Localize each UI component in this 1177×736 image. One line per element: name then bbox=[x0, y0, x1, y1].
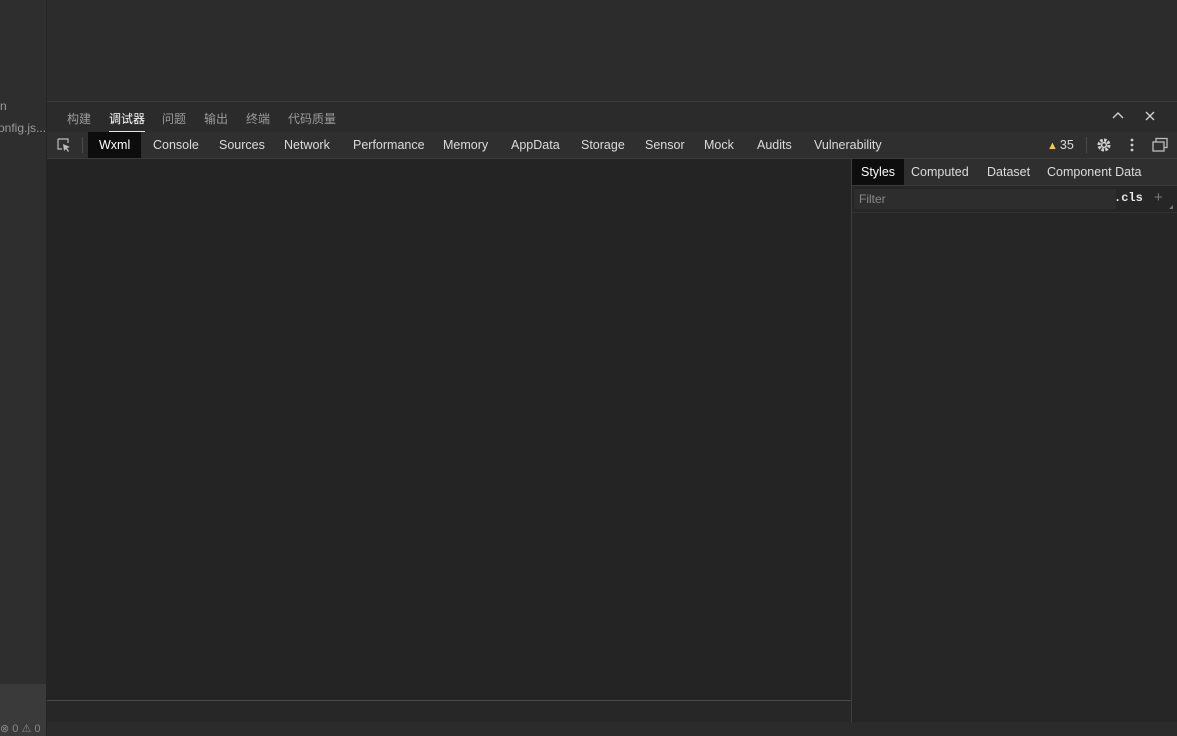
close-panel-icon[interactable] bbox=[1141, 108, 1159, 126]
tab-dataset[interactable]: Dataset bbox=[978, 159, 1039, 185]
styles-sidebar: Styles Computed Dataset Component Data .… bbox=[852, 159, 1177, 723]
tab-network[interactable]: Network bbox=[273, 132, 341, 158]
panel-tab-debugger[interactable]: 调试器 bbox=[109, 110, 146, 133]
warning-icon: ▲ bbox=[1047, 140, 1058, 152]
styles-tab-bar: Styles Computed Dataset Component Data bbox=[852, 159, 1177, 186]
tab-performance[interactable]: Performance bbox=[342, 132, 436, 158]
inspect-element-icon[interactable] bbox=[56, 137, 72, 153]
wxml-tree-pane[interactable] bbox=[47, 159, 851, 723]
maximize-panel-icon[interactable] bbox=[1109, 108, 1127, 126]
tab-vulnerability[interactable]: Vulnerability bbox=[803, 132, 893, 158]
panel-tab-problems[interactable]: 问题 bbox=[162, 110, 186, 127]
editor-area bbox=[47, 0, 1177, 100]
tab-storage[interactable]: Storage bbox=[570, 132, 636, 158]
toolbar-divider bbox=[1086, 137, 1087, 153]
styles-filter-row: .cls + bbox=[852, 186, 1177, 213]
tab-sources[interactable]: Sources bbox=[208, 132, 276, 158]
panel-tab-output[interactable]: 输出 bbox=[204, 110, 228, 127]
tab-styles[interactable]: Styles bbox=[852, 159, 905, 185]
tab-mock[interactable]: Mock bbox=[693, 132, 745, 158]
more-options-icon[interactable] bbox=[1123, 136, 1141, 154]
tab-memory[interactable]: Memory bbox=[432, 132, 499, 158]
corner-menu-icon[interactable] bbox=[1169, 205, 1173, 209]
devtools-toolbar: Wxml Console Sources Network Performance… bbox=[47, 132, 1177, 159]
tab-component-data[interactable]: Component Data bbox=[1038, 159, 1151, 185]
explorer-item-config[interactable]: onfig.js... bbox=[0, 121, 46, 135]
cls-toggle-button[interactable]: .cls bbox=[1114, 191, 1143, 205]
tab-computed[interactable]: Computed bbox=[902, 159, 978, 185]
panel-tab-terminal[interactable]: 终端 bbox=[246, 110, 270, 127]
toolbar-divider bbox=[82, 137, 83, 153]
tab-wxml[interactable]: Wxml bbox=[88, 132, 142, 158]
tab-console[interactable]: Console bbox=[142, 132, 210, 158]
tab-audits[interactable]: Audits bbox=[746, 132, 803, 158]
wxml-breadcrumb-bar bbox=[47, 700, 851, 723]
explorer-item[interactable]: n bbox=[0, 99, 7, 113]
tab-appdata[interactable]: AppData bbox=[500, 132, 571, 158]
explorer-sidebar: n onfig.js... ⊗ 0 ⚠ 0 bbox=[0, 0, 47, 736]
bottom-panel: 构建 调试器 问题 输出 终端 代码质量 Wxml Console Source… bbox=[47, 101, 1177, 723]
settings-gear-icon[interactable] bbox=[1095, 136, 1113, 154]
warnings-counter[interactable]: ▲ 35 bbox=[1047, 132, 1074, 158]
new-style-rule-button[interactable]: + bbox=[1154, 189, 1163, 206]
tab-sensor[interactable]: Sensor bbox=[634, 132, 696, 158]
warning-count: 35 bbox=[1059, 138, 1074, 152]
status-counts[interactable]: ⊗ 0 ⚠ 0 bbox=[0, 722, 46, 736]
styles-filter-input[interactable] bbox=[854, 189, 1116, 209]
panel-tab-build[interactable]: 构建 bbox=[67, 110, 91, 127]
status-bar bbox=[47, 722, 1177, 736]
panel-tab-bar: 构建 调试器 问题 输出 终端 代码质量 bbox=[47, 102, 1177, 133]
panel-tab-code-quality[interactable]: 代码质量 bbox=[288, 110, 336, 127]
undock-window-icon[interactable] bbox=[1151, 136, 1169, 154]
